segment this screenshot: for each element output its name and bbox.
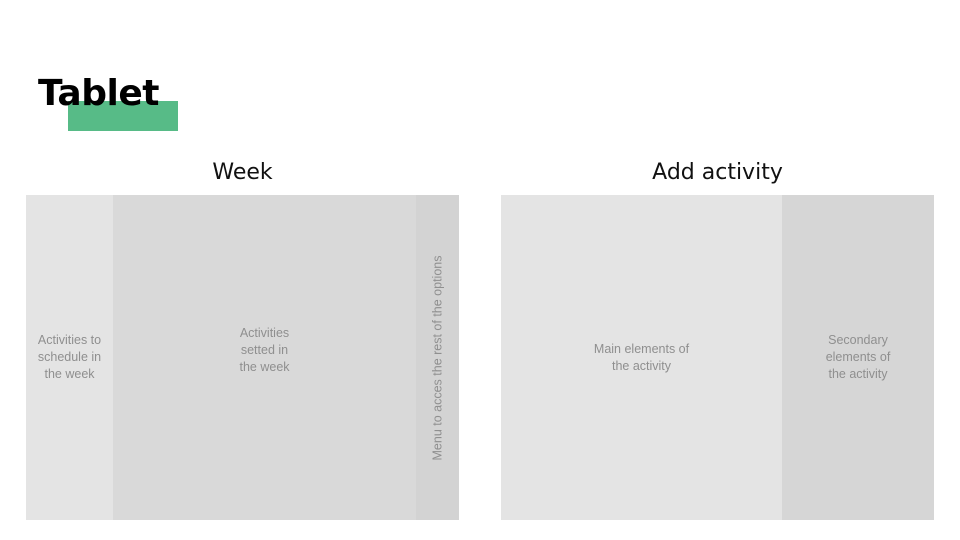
add-activity-secondary-block: Secondary elements of the activity [782, 195, 934, 520]
add-activity-main-label: Main elements of the activity [593, 341, 690, 373]
add-activity-panel: Main elements of the activity Secondary … [501, 195, 934, 520]
add-activity-main-block: Main elements of the activity [501, 195, 782, 520]
week-panel: Activities to schedule in the week Activ… [26, 195, 459, 520]
week-menu-block: Menu to acces the rest of the options [416, 195, 459, 520]
add-activity-panel-title: Add activity [652, 160, 783, 185]
page-title: Tablet [38, 73, 159, 114]
week-schedule-label: Activities to schedule in the week [37, 333, 102, 381]
week-menu-label: Menu to acces the rest of the options [430, 255, 445, 460]
week-panel-title: Week [212, 160, 273, 185]
week-schedule-block: Activities to schedule in the week [26, 195, 113, 520]
week-activities-block: Activities setted in the week [113, 195, 416, 520]
week-activities-label: Activities setted in the week [239, 326, 290, 374]
add-activity-secondary-label: Secondary elements of the activity [825, 333, 891, 381]
page-header: Tablet [38, 70, 238, 140]
